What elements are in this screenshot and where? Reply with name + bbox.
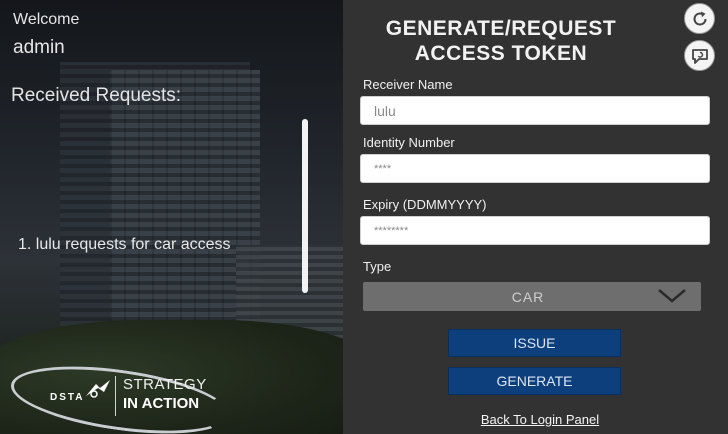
issue-button[interactable]: ISSUE xyxy=(448,329,621,357)
refresh-button[interactable] xyxy=(684,3,715,34)
chat-icon xyxy=(691,48,708,64)
back-to-login-link[interactable]: Back To Login Panel xyxy=(343,412,728,427)
type-select-value: CAR xyxy=(511,289,545,305)
receiver-name-label: Receiver Name xyxy=(363,77,453,92)
logo-tagline-line2: IN ACTION xyxy=(123,395,200,412)
identity-number-input[interactable] xyxy=(360,154,710,183)
request-list: 1. lulu requests for car access xyxy=(18,236,298,254)
logo-divider xyxy=(115,376,116,416)
panel-title-line1: GENERATE/REQUEST xyxy=(385,17,617,40)
scrollbar-thumb[interactable] xyxy=(302,119,308,293)
dsta-logo: DSTA STRATEGY IN ACTION xyxy=(6,354,235,434)
identity-number-label: Identity Number xyxy=(363,135,455,150)
panel-title-line2: ACCESS TOKEN xyxy=(414,42,588,65)
logo-org-short: DSTA xyxy=(50,392,85,403)
token-form-panel: GENERATE/REQUEST ACCESS TOKEN Receiver N… xyxy=(343,0,728,434)
type-label: Type xyxy=(363,259,392,274)
expiry-input[interactable] xyxy=(360,216,710,245)
receiver-name-input[interactable] xyxy=(360,96,710,125)
chevron-down-icon xyxy=(658,289,686,303)
welcome-label: Welcome xyxy=(13,11,80,28)
received-requests-title: Received Requests: xyxy=(11,85,182,106)
list-item[interactable]: 1. lulu requests for car access xyxy=(18,236,298,254)
refresh-icon xyxy=(693,11,707,25)
logo-tagline-line1: STRATEGY xyxy=(123,376,207,393)
username: admin xyxy=(13,37,65,58)
type-select[interactable]: CAR xyxy=(363,282,701,311)
panel-title: GENERATE/REQUEST ACCESS TOKEN xyxy=(343,16,659,66)
generate-button[interactable]: GENERATE xyxy=(448,367,621,395)
dsta-emblem-icon xyxy=(86,380,110,398)
chat-button[interactable] xyxy=(684,40,715,71)
expiry-label: Expiry (DDMMYYYY) xyxy=(363,197,487,212)
left-panel: Welcome admin Received Requests: 1. lulu… xyxy=(0,0,343,434)
